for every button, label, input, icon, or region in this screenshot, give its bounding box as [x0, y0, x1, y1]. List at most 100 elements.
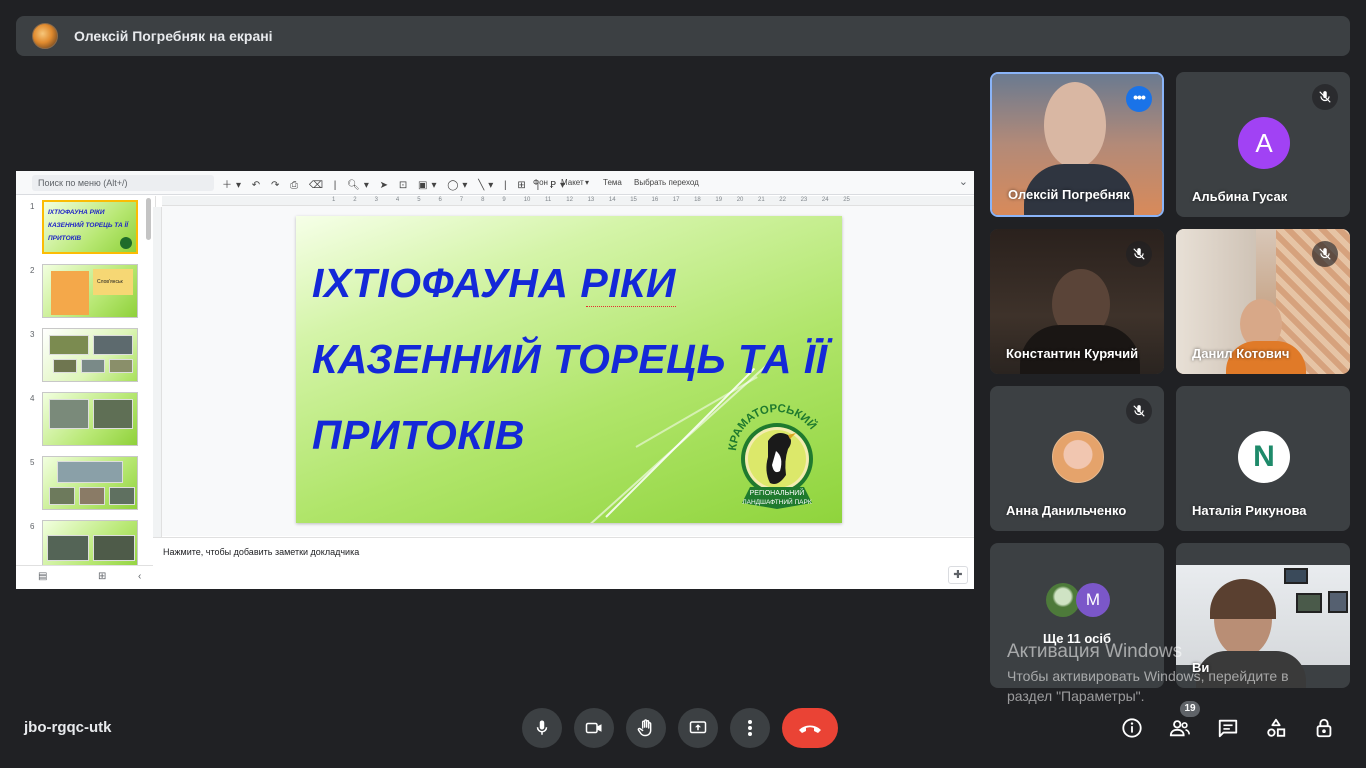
- raise-hand-button[interactable]: [626, 708, 666, 748]
- ruler-mark: 7: [459, 197, 464, 203]
- theme-button[interactable]: Тема: [603, 178, 622, 187]
- slide-title-line-3: ПРИТОКІВ: [312, 412, 525, 458]
- ruler-mark: 25: [843, 197, 850, 203]
- presenter-avatar: [32, 23, 58, 49]
- meeting-details-button[interactable]: [1116, 712, 1148, 744]
- chevron-down-icon[interactable]: ⌄: [959, 175, 968, 188]
- ruler-mark: 5: [417, 197, 421, 203]
- slide-title-line-2: КАЗЕННИЙ ТОРЕЦЬ ТА ЇЇ: [312, 336, 828, 382]
- spelling-underline: [586, 305, 676, 307]
- thumbnail-slide-1[interactable]: 1 ІХТІОФАУНА РІКИ КАЗЕННИЙ ТОРЕЦЬ ТА ЇЇ …: [16, 198, 155, 256]
- participant-name: Анна Данильченко: [1006, 503, 1127, 518]
- participant-tile-oleksii[interactable]: ••• Олексій Погребняк: [990, 72, 1164, 217]
- mic-off-icon: [1126, 241, 1152, 267]
- svg-text:ЛАНДШАФТНИЙ ПАРК: ЛАНДШАФТНИЙ ПАРК: [742, 497, 812, 506]
- filmstrip-view-icon[interactable]: ▤: [38, 571, 47, 582]
- activities-icon: [1267, 718, 1286, 737]
- ruler-mark: 23: [800, 197, 808, 203]
- microphone-icon: [536, 720, 548, 735]
- speaker-notes-placeholder: Нажмите, чтобы добавить заметки докладчи…: [163, 547, 360, 557]
- participant-name: Константин Курячий: [1006, 346, 1139, 361]
- grid-view-icon[interactable]: ⊞: [98, 571, 106, 582]
- speaker-notes[interactable]: Нажмите, чтобы добавить заметки докладчи…: [153, 537, 974, 589]
- present-screen-button[interactable]: [678, 708, 718, 748]
- transition-button[interactable]: Выбрать переход: [634, 178, 699, 187]
- ruler-mark: 21: [758, 197, 765, 203]
- background-button[interactable]: Фон: [533, 178, 548, 187]
- ruler-mark: 14: [608, 197, 616, 203]
- avatar: N: [1238, 431, 1290, 483]
- mic-off-icon: [1312, 241, 1338, 267]
- ruler-mark: 1: [332, 197, 336, 203]
- people-icon: [1169, 720, 1190, 737]
- camera-icon: [585, 722, 602, 734]
- leave-call-button[interactable]: [782, 708, 838, 748]
- camera-button[interactable]: [574, 708, 614, 748]
- thumbnail-slide-6[interactable]: 6: [16, 518, 155, 565]
- host-controls-button[interactable]: [1308, 712, 1340, 744]
- people-count-badge: 19: [1180, 701, 1200, 717]
- participant-tile-danyl[interactable]: Данил Котович: [1176, 229, 1350, 374]
- ruler-mark: 9: [502, 197, 506, 203]
- ruler-mark: 18: [694, 197, 701, 203]
- meeting-code: jbo-rgqc-utk: [24, 719, 112, 736]
- ruler-mark: 4: [395, 197, 400, 203]
- presenter-bar: Олексій Погребняк на екрані: [16, 16, 1350, 56]
- participant-tile-anna[interactable]: Анна Данильченко: [990, 386, 1164, 531]
- ruler-mark: 20: [736, 197, 744, 203]
- avatar: [1052, 431, 1104, 483]
- slide-thumbnails: 1 ІХТІОФАУНА РІКИ КАЗЕННИЙ ТОРЕЦЬ ТА ЇЇ …: [16, 196, 156, 565]
- ruler-mark: 13: [587, 197, 595, 203]
- svg-text:РЕГІОНАЛЬНИЙ: РЕГІОНАЛЬНИЙ: [750, 488, 805, 497]
- explore-icon[interactable]: ✚: [948, 566, 968, 584]
- toolbar-icons: ＋▾ ↶ ↷ ⎙ ⌫ | 🔍︎▾ ➤ ⊡ ▣▾ ◯▾ ╲▾ | ⊞ | Ꝑ▾: [222, 180, 570, 191]
- participant-tile-nataliia[interactable]: N Наталія Рикунова: [1176, 386, 1350, 531]
- more-options-icon[interactable]: •••: [1126, 86, 1152, 112]
- info-icon: [1122, 718, 1142, 738]
- chat-button[interactable]: [1212, 712, 1244, 744]
- horizontal-ruler: 1 2 3 4 5 6 7 8 9 10 11 12 13 14 15 16 17 18 19 20 21 22 23 24 2…: [162, 196, 974, 206]
- avatar: [1046, 583, 1080, 617]
- participant-tile-albina[interactable]: А Альбина Гусак: [1176, 72, 1350, 217]
- collapse-panel-icon[interactable]: ‹: [138, 571, 141, 582]
- participant-name: Альбина Гусак: [1192, 189, 1288, 204]
- layout-button[interactable]: Макет: [561, 178, 584, 187]
- more-options-button[interactable]: [730, 708, 770, 748]
- ruler-mark: 24: [821, 197, 829, 203]
- activities-button[interactable]: [1260, 712, 1292, 744]
- park-logo: КРАМАТОРСЬКИЙ РЕГІОНАЛЬНИЙ ЛАНДШАФТНИЙ П…: [728, 403, 819, 509]
- ruler-mark: 19: [715, 197, 723, 203]
- slide-title-line-1: ІХТІОФАУНА РІКИ: [312, 260, 676, 306]
- ruler-mark: 15: [630, 197, 637, 203]
- lock-person-icon: [1316, 718, 1332, 738]
- participant-name: Наталія Рикунова: [1192, 503, 1307, 518]
- ruler-mark: 10: [523, 197, 531, 203]
- thumbnail-slide-5[interactable]: 5: [16, 454, 155, 512]
- presenter-bar-text: Олексій Погребняк на екрані: [74, 28, 273, 44]
- vertical-ruler: [153, 207, 162, 537]
- phone-hangup-icon: [799, 725, 821, 733]
- thumbnail-slide-2[interactable]: 2 Слов'янськ: [16, 262, 155, 320]
- windows-activation-watermark: Активация Windows Чтобы активировать Win…: [1007, 641, 1289, 704]
- present-screen-icon: [689, 721, 707, 734]
- participant-tile-kostiantyn[interactable]: Константин Курячий: [990, 229, 1164, 374]
- ruler-mark: 6: [438, 197, 442, 203]
- thumbnail-slide-3[interactable]: 3: [16, 326, 155, 384]
- ruler-mark: 16: [651, 197, 659, 203]
- thumbnail-view-controls: ▤ ⊞ ‹: [16, 565, 156, 589]
- ruler-mark: 17: [672, 197, 680, 203]
- participant-name: Данил Котович: [1192, 346, 1290, 361]
- thumbnail-slide-4[interactable]: 4: [16, 390, 155, 448]
- slide-main[interactable]: ІХТІОФАУНА РІКИ КАЗЕННИЙ ТОРЕЦЬ ТА ЇЇ ПР…: [296, 216, 842, 523]
- ruler-mark: 12: [566, 197, 573, 203]
- mic-off-icon: [1126, 398, 1152, 424]
- ruler-mark: 8: [481, 197, 485, 203]
- chat-icon: [1218, 719, 1238, 738]
- shared-screen[interactable]: Поиск по меню (Alt+/) ＋▾ ↶ ↷ ⎙ ⌫ | 🔍︎▾ ➤…: [16, 171, 974, 589]
- avatar: А: [1238, 117, 1290, 169]
- menu-search-input[interactable]: Поиск по меню (Alt+/): [32, 175, 214, 191]
- raise-hand-icon: [637, 719, 652, 737]
- more-vert-icon: [748, 720, 752, 736]
- microphone-button[interactable]: [522, 708, 562, 748]
- avatar: M: [1076, 583, 1110, 617]
